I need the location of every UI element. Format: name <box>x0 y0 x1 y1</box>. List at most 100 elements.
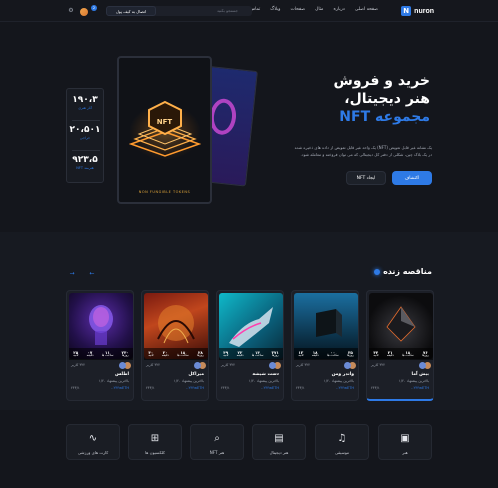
explore-button[interactable]: اکتشاف <box>392 171 432 185</box>
stat-label: حراجی <box>79 136 91 140</box>
timer-label: روزها <box>346 353 354 357</box>
timer-label: روزها <box>196 353 204 357</box>
stat-value: ۱۹۰،۳ <box>72 95 98 105</box>
artwork-name[interactable]: میراکل <box>188 372 204 377</box>
auction-card[interactable]: ۲۴۰ روزها ۱۱ ساعت ها ۰۷ دقیقه ۲۵ ثانیه ۳۲۲ ک… <box>66 290 134 401</box>
category-label: هنر <box>402 450 408 455</box>
countdown-timer: ۲۸ روزها ۱۸ ساعت ها ۲۰ دقیقه ۴۰ ثانیه <box>144 348 208 360</box>
timer-label: ساعت ها <box>326 353 339 357</box>
timer-label: دقیقه <box>311 353 319 357</box>
connect-wallet-button[interactable]: اتصال به کیف پول <box>106 6 156 16</box>
auction-card[interactable]: ۳۵ روزها ۰۰ ساعت ها ۱۸ دقیقه ۱۳ ثانیه ۳۲۲ کا… <box>291 290 359 401</box>
hero-card-front: NFT NON FUNGIBLE TOKENS <box>117 56 212 204</box>
stats-panel: ۱۹۰،۳ آثار هنری ۲۰،۵۰۱ حراجی ۹۲۳،۵ هنرمن… <box>66 88 104 183</box>
divider <box>72 120 100 121</box>
hero-title-line2: هنر دیجیتال، <box>344 91 430 107</box>
category-art[interactable]: ▣ هنر <box>378 424 432 460</box>
timer-label: روزها <box>421 353 429 357</box>
map-icon: ▤ <box>274 433 284 444</box>
live-dot-icon <box>374 268 381 275</box>
top-header: N nuron صفحه اصلی درباره مثال صفحات وبلا… <box>0 0 498 22</box>
countdown-timer: ۲۴۰ روزها ۱۱ ساعت ها ۰۷ دقیقه ۲۵ ثانیه <box>69 348 133 360</box>
price: ۰.۲۴۴wETH <box>410 386 429 390</box>
avatar[interactable] <box>419 362 426 369</box>
nav-example[interactable]: مثال <box>315 7 323 12</box>
nav-about[interactable]: درباره <box>333 7 344 12</box>
logo[interactable]: N nuron <box>401 5 434 17</box>
quantity: ۲۴۳/۱ <box>146 386 155 390</box>
artwork-name[interactable]: واندر ومن <box>332 372 354 377</box>
quantity: ۲۴۳/۱ <box>71 386 80 390</box>
pulse-icon: ∿ <box>88 433 98 444</box>
quantity: ۲۴۳/۱ <box>221 386 230 390</box>
timer-label: ساعت ها <box>176 353 189 357</box>
music-icon: ♫ <box>337 433 347 444</box>
price: ۰.۲۴۴wETH <box>110 386 129 390</box>
timer-label: دقیقه <box>86 353 94 357</box>
category-label: موسیقی <box>334 450 350 455</box>
timer-label: ساعت ها <box>251 353 264 357</box>
create-nft-button[interactable]: ایجاد NFT <box>346 171 386 185</box>
avatar[interactable] <box>194 362 201 369</box>
highest-bid: بالاترین پیشنهاد ۱/۲۰ <box>98 379 129 383</box>
timer-label: ثانیه <box>298 353 304 357</box>
search-input[interactable]: جستجو بکنید <box>146 6 252 16</box>
timer-label: ساعت ها <box>101 353 114 357</box>
hero-title: خرید و فروش هنر دیجیتال، مجموعه NFT <box>300 72 431 126</box>
creator-row: ۳۲۲ کاربر <box>371 362 431 370</box>
highest-bid: بالاترین پیشنهاد ۱/۲۰ <box>323 379 354 383</box>
timer-label: دقیقه <box>236 353 244 357</box>
nav-pages[interactable]: صفحات <box>290 7 305 12</box>
search-icon: ⌕ <box>214 433 220 444</box>
timer-label: دقیقه <box>161 353 169 357</box>
timer-label: ثانیه <box>373 353 379 357</box>
avatar[interactable] <box>119 362 126 369</box>
highest-bid: بالاترین پیشنهاد ۱/۲۰ <box>173 379 204 383</box>
category-digital-art[interactable]: ▤ هنر دیجیتال <box>252 424 306 460</box>
auction-title-text: مناقصه زنده <box>383 267 432 276</box>
grid-icon: ⊞ <box>150 433 160 444</box>
timer-label: دقیقه <box>386 353 394 357</box>
card-nft-label: NFT <box>156 118 173 126</box>
likes-count: ۳۲۲ کاربر <box>221 363 236 367</box>
likes-count: ۳۲۲ کاربر <box>371 363 386 367</box>
artwork-name[interactable]: دست شیشه <box>252 372 279 377</box>
stat-label: آثار هنری <box>78 106 92 110</box>
menu-icon[interactable]: ⚙ <box>68 8 74 14</box>
stat-artists: ۹۲۳،۵ هنرمند NFT <box>67 155 103 170</box>
auction-card[interactable]: ۷۶ روزها ۱۸ ساعت ها ۲۱ دقیقه ۴۴ ثانیه ۳۲۲ کا… <box>366 290 434 401</box>
user-avatar[interactable] <box>80 8 88 16</box>
quantity: ۲۴۳/۱ <box>371 386 380 390</box>
nav-blog[interactable]: وبلاگ <box>270 7 280 12</box>
creator-row: ۳۲۲ کاربر <box>296 362 356 370</box>
artwork-name[interactable]: بیش آما <box>412 372 429 377</box>
next-arrow-icon[interactable]: → <box>68 270 76 278</box>
auction-title: مناقصه زنده <box>374 267 432 276</box>
category-label: هنر دیجیتال <box>269 450 289 455</box>
auction-card[interactable]: ۲۸ روزها ۱۸ ساعت ها ۲۰ دقیقه ۴۰ ثانیه ۳۲۲ کا… <box>141 290 209 401</box>
timer-label: ثانیه <box>148 353 154 357</box>
category-sports-cards[interactable]: ∿ کارت های ورزشی <box>66 424 120 460</box>
logo-text: nuron <box>414 7 434 15</box>
category-music[interactable]: ♫ موسیقی <box>315 424 369 460</box>
timer-label: روزها <box>121 353 129 357</box>
likes-count: ۳۲۲ کاربر <box>71 363 86 367</box>
creator-row: ۳۲۲ کاربر <box>221 362 281 370</box>
avatar[interactable] <box>269 362 276 369</box>
main-nav: صفحه اصلی درباره مثال صفحات وبلاگ تماس <box>250 7 378 12</box>
avatar[interactable] <box>344 362 351 369</box>
prev-arrow-icon[interactable]: ← <box>88 270 96 278</box>
card-back-glow <box>208 97 238 136</box>
nav-home[interactable]: صفحه اصلی <box>355 7 378 12</box>
price: ۰.۲۴۴wETH <box>335 386 354 390</box>
auction-card[interactable]: ۳۷۱ روزها ۱۴ ساعت ها ۲۲ دقیقه ۴۹ ثانیه ۳۲۲ ک… <box>216 290 284 401</box>
artwork-name[interactable]: اطلس <box>115 372 129 377</box>
category-collections[interactable]: ⊞ کلکسیون ها <box>128 424 182 460</box>
stat-artworks: ۱۹۰،۳ آثار هنری <box>67 95 103 110</box>
hero-title-line1: خرید و فروش <box>333 73 431 89</box>
stat-value: ۲۰،۵۰۱ <box>69 125 101 135</box>
countdown-timer: ۷۶ روزها ۱۸ ساعت ها ۲۱ دقیقه ۴۴ ثانیه <box>369 348 433 360</box>
timer-label: ثانیه <box>223 353 229 357</box>
category-nft-art[interactable]: ⌕ هنر NFT <box>190 424 244 460</box>
category-label: هنر NFT <box>209 450 225 455</box>
